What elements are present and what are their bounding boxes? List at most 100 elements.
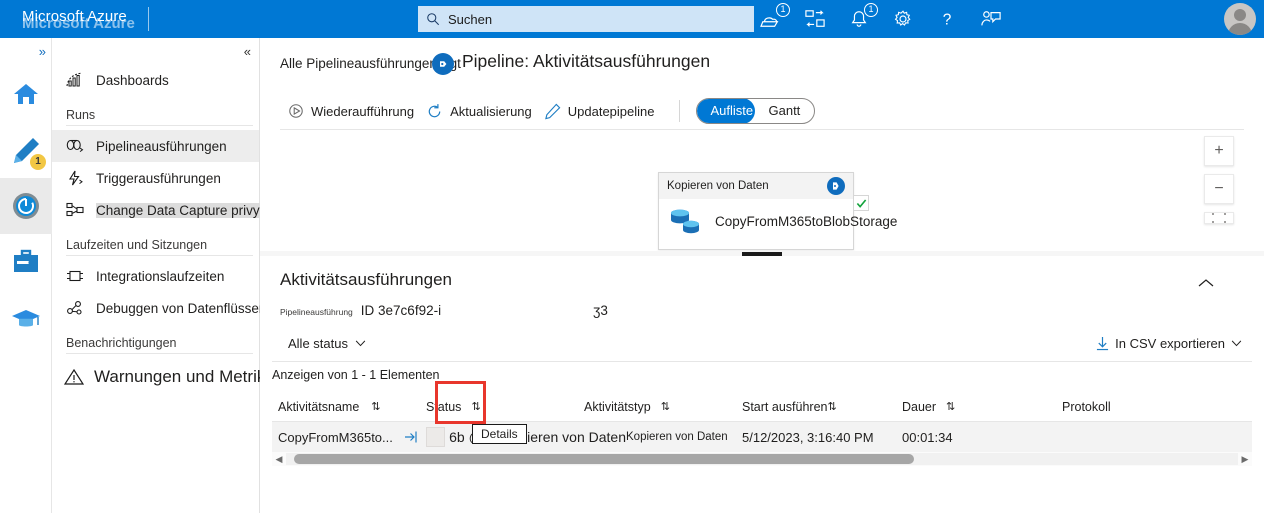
sort-icon[interactable]: ⇅ — [661, 400, 670, 413]
sort-icon[interactable]: ⇅ — [471, 400, 480, 413]
rail-item-home[interactable] — [0, 66, 52, 122]
search-icon — [426, 12, 440, 26]
top-bar-icon-group: 1 1 ? — [758, 0, 1004, 38]
change-data-capture-icon — [66, 202, 84, 218]
table-row[interactable]: CopyFromM365to... 6b @ Extrahieren von D… — [272, 381, 1252, 452]
column-header-label: Status — [426, 399, 462, 414]
integration-runtimes-icon — [66, 269, 84, 283]
fit-to-screen-button[interactable] — [1204, 212, 1234, 224]
rail-item-author[interactable]: 1 — [0, 122, 52, 178]
column-header-status[interactable]: Status ⇅ — [426, 400, 584, 414]
search-placeholder: Suchen — [448, 11, 493, 27]
brand-zone: Microsoft Azure Microsoft Azure — [0, 0, 150, 38]
help-icon[interactable]: ? — [934, 6, 960, 32]
home-icon — [12, 81, 40, 107]
replay-icon — [288, 103, 304, 119]
cloud-shell-icon[interactable]: 1 — [758, 3, 790, 32]
sort-icon[interactable]: ⇅ — [371, 400, 380, 413]
grid-horizontal-scrollbar[interactable]: ◀ ▶ — [272, 452, 1252, 466]
activity-status-success-badge — [853, 195, 869, 211]
global-search-input[interactable]: Suchen — [418, 6, 754, 32]
pipeline-run-id-row: Pipelineausführung ID 3e7c6f92-i ʒ3 — [280, 303, 608, 318]
rerun-button[interactable]: Wiederaufführung — [280, 99, 422, 123]
update-pipeline-button[interactable]: Updatepipeline — [536, 99, 663, 124]
sidenav-collapse-icon[interactable]: « — [244, 44, 251, 59]
scroll-left-arrow[interactable]: ◀ — [272, 454, 286, 465]
pipeline-run-id-tail: ʒ3 — [593, 303, 608, 318]
pipeline-runs-icon — [66, 139, 84, 153]
rail-item-monitor[interactable] — [0, 178, 52, 234]
scroll-right-arrow[interactable]: ▶ — [1238, 454, 1252, 465]
notifications-bell-icon[interactable]: 1 — [846, 3, 878, 32]
avatar-head — [1234, 9, 1246, 21]
scrollbar-thumb[interactable] — [294, 454, 914, 464]
copy-data-activity-icon — [827, 177, 845, 195]
directories-subscriptions-icon[interactable] — [802, 6, 828, 32]
activity-runs-panel: Aktivitätsausführungen Pipelineausführun… — [260, 256, 1264, 513]
monitor-gauge-icon — [11, 191, 41, 221]
sidebar-item-pipeline-runs[interactable]: Pipelineausführungen — [52, 130, 259, 162]
column-header-activity-name[interactable]: Aktivitätsname ⇅ — [272, 400, 426, 414]
rail-item-learning-center[interactable] — [0, 290, 52, 346]
pipeline-canvas[interactable]: Kopieren von Daten CopyFromM365toBlobSto… — [280, 130, 1244, 250]
panel-title: Aktivitätsausführungen — [280, 270, 452, 289]
settings-gear-icon[interactable] — [890, 6, 916, 32]
cell-duration: 00:01:34 — [902, 429, 953, 445]
view-mode-toggle[interactable]: Auflistе Gantt — [695, 98, 816, 124]
toolbox-icon — [11, 248, 41, 276]
rail-expand-icon[interactable]: » — [39, 44, 46, 59]
sort-icon[interactable]: ⇅ — [827, 400, 836, 413]
feedback-icon[interactable] — [978, 6, 1004, 32]
zoom-in-button[interactable]: + — [1204, 136, 1234, 166]
azure-data-factory-monitor: Microsoft Azure Microsoft Azure Suchen 1 — [0, 0, 1264, 513]
column-header-label: Aktivitätstyp — [584, 399, 651, 414]
refresh-button[interactable]: Aktualisierung — [418, 99, 540, 124]
export-csv-label: In CSV exportieren — [1115, 336, 1225, 351]
column-header-duration[interactable]: Dauer ⇅ — [902, 400, 1062, 414]
sidebar-item-data-flow-debug[interactable]: Debuggen von Datenflüssen — [52, 292, 266, 324]
status-detail-button[interactable] — [426, 427, 446, 447]
data-flow-debug-icon — [66, 300, 84, 316]
avatar-body — [1228, 23, 1252, 35]
view-mode-list[interactable]: Auflistе — [696, 99, 755, 123]
sidebar-item-trigger-runs[interactable]: Triggerausführungen — [52, 162, 259, 194]
sidebar-item-dashboards[interactable]: Dashboards — [52, 64, 259, 96]
azure-brand[interactable]: Microsoft Azure — [22, 8, 127, 25]
user-avatar[interactable] — [1224, 3, 1256, 35]
export-csv-button[interactable]: In CSV exportieren — [1096, 336, 1242, 351]
sidebar-item-integration-runtimes[interactable]: Integrationslaufzeiten — [52, 260, 259, 292]
graduation-cap-icon — [11, 305, 41, 331]
zoom-out-button[interactable]: − — [1204, 174, 1234, 204]
nav-section-notifications: Benachrichtigungen — [52, 336, 259, 354]
column-header-log[interactable]: Protokoll — [1062, 400, 1212, 414]
nav-section-title: Laufzeiten und Sitzungen — [66, 238, 253, 256]
sidebar-item-alerts-and-metrics[interactable]: Warnungen und Metriken — [52, 360, 284, 394]
left-icon-rail: » 1 — [0, 38, 52, 513]
sidebar-item-change-data-capture[interactable]: Change Data Capture privy — [52, 194, 260, 226]
column-header-activity-type[interactable]: Aktivitätstyp ⇅ — [584, 400, 742, 414]
refresh-icon — [426, 103, 443, 120]
sidebar-item-label: Pipelineausführungen — [96, 138, 227, 154]
update-pipeline-label: Updatepipeline — [567, 103, 655, 119]
sort-icon[interactable]: ⇅ — [946, 400, 955, 413]
edit-pencil-icon — [544, 103, 561, 120]
activity-card-header: Kopieren von Daten — [659, 173, 853, 199]
chevron-down-icon — [355, 340, 366, 347]
sidebar-item-label: Debuggen von Datenflüssen — [96, 300, 267, 316]
cell-activity-name[interactable]: CopyFromM365to... — [272, 430, 426, 445]
panel-collapse-chevron-icon[interactable] — [1198, 278, 1214, 288]
status-filter-dropdown[interactable]: Alle status — [280, 333, 374, 354]
toolbar-divider — [678, 100, 680, 122]
activity-card[interactable]: Kopieren von Daten CopyFromM365toBlobSto… — [658, 172, 897, 250]
view-mode-gantt[interactable]: Gantt — [755, 99, 815, 123]
rail-item-manage[interactable] — [0, 234, 52, 290]
column-header-label: Start ausführen — [742, 399, 828, 414]
scrollbar-track[interactable] — [286, 453, 1238, 465]
nav-section-title: Benachrichtigungen — [66, 336, 253, 354]
warning-triangle-icon — [64, 368, 84, 386]
sidebar-item-label: Integrationslaufzeiten — [96, 268, 225, 284]
cell-activity-type: Kopieren von Daten — [626, 431, 728, 443]
column-header-run-start[interactable]: Start ausführen ⇅ — [742, 400, 902, 414]
column-header-label: Dauer — [902, 399, 937, 414]
open-details-icon[interactable] — [404, 430, 426, 444]
